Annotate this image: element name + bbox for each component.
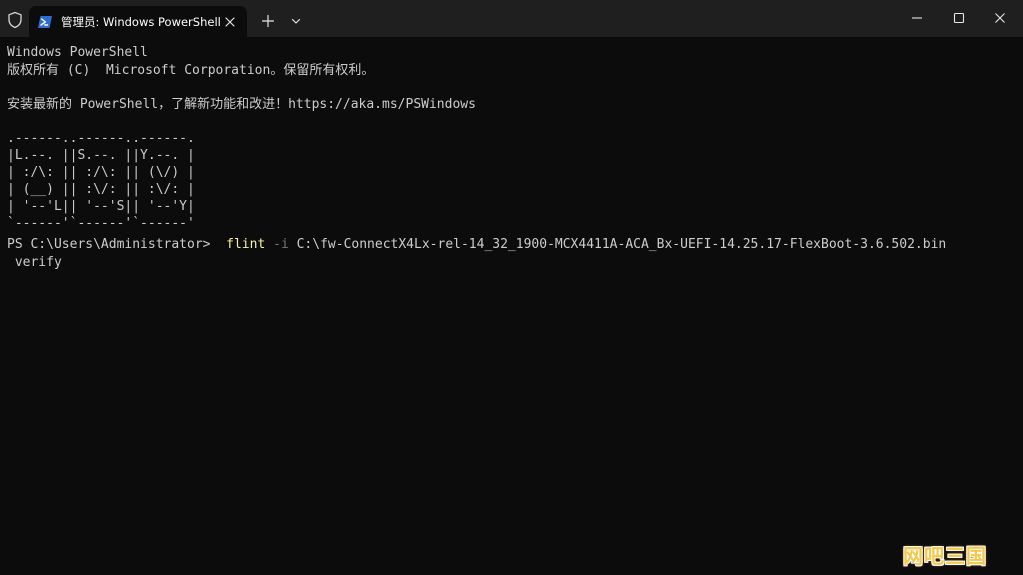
- ascii-art-line: | '--'L|| '--'S|| '--'Y|: [7, 199, 195, 214]
- copyright-line: 版权所有 (C) Microsoft Corporation。保留所有权利。: [7, 63, 375, 78]
- ascii-art-line: | (__) || :\/: || :\/: |: [7, 182, 195, 197]
- close-button[interactable]: [977, 0, 1023, 37]
- command-line: PS C:\Users\Administrator> flint -i C:\f…: [7, 236, 946, 253]
- title-bar[interactable]: 管理员: Windows PowerShell: [0, 0, 1023, 37]
- ascii-art-line: |L.--. ||S.--. ||Y.--. |: [7, 148, 195, 163]
- command-argument: C:\fw-ConnectX4Lx-rel-14_32_1900-MCX4411…: [296, 237, 947, 252]
- shield-icon[interactable]: [6, 11, 24, 29]
- prompt: PS C:\Users\Administrator>: [7, 237, 219, 252]
- maximize-button[interactable]: [936, 0, 982, 37]
- command-continuation: verify: [7, 255, 62, 270]
- minimize-icon: [912, 17, 922, 19]
- plus-icon[interactable]: [259, 12, 277, 30]
- ascii-art-line: `------'`------'`------': [7, 216, 195, 231]
- terminal-window: 管理员: Windows PowerShell Windows PowerShe…: [0, 0, 1023, 575]
- tab-powershell[interactable]: 管理员: Windows PowerShell: [29, 6, 247, 37]
- watermark-logo: 网吧三国: [903, 544, 987, 568]
- ascii-art-line: | :/\: || :/\: || (\/) |: [7, 165, 195, 180]
- powershell-icon: [38, 16, 52, 28]
- tab-close-icon[interactable]: [222, 14, 238, 30]
- maximize-icon: [953, 12, 965, 24]
- tab-title: 管理员: Windows PowerShell: [61, 15, 221, 29]
- ascii-art-line: .------..------..------.: [7, 131, 195, 146]
- terminal-output[interactable]: Windows PowerShell 版权所有 (C) Microsoft Co…: [0, 37, 1023, 575]
- chevron-down-icon[interactable]: [288, 13, 304, 29]
- banner-title: Windows PowerShell: [7, 45, 148, 60]
- minimize-button[interactable]: [894, 0, 940, 37]
- close-icon: [995, 13, 1005, 23]
- update-notice: 安装最新的 PowerShell，了解新功能和改进！https://aka.ms…: [7, 97, 476, 112]
- command-parameter: -i: [273, 237, 289, 252]
- command-name: flint: [226, 237, 266, 252]
